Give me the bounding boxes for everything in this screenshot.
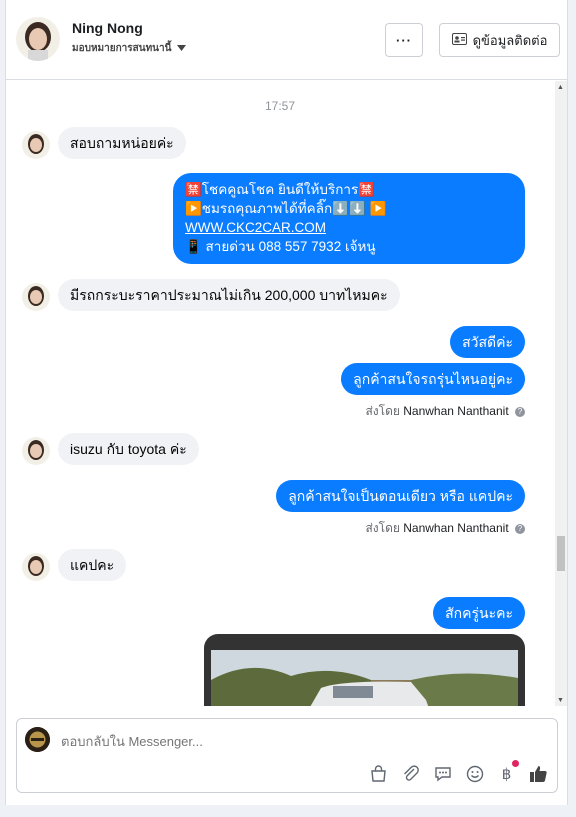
contact-avatar-small (22, 553, 50, 581)
scroll-down-icon[interactable]: ▼ (557, 697, 564, 704)
message-incoming[interactable]: isuzu กับ toyota ค่ะ (58, 433, 199, 465)
message-incoming[interactable]: สอบถามหน่อยค่ะ (58, 127, 186, 159)
assign-label: มอบหมายการสนทนานี้ (72, 43, 172, 54)
scrollbar-thumb[interactable] (557, 536, 565, 571)
bag-icon[interactable] (368, 763, 389, 784)
message-outgoing[interactable]: สักครู่นะคะ (433, 597, 525, 629)
sent-by-label: ส่งโดย Nanwhan Nanthanit ? (365, 519, 525, 538)
baht-icon[interactable]: ฿ (496, 760, 519, 784)
message-incoming[interactable]: แคปคะ (58, 549, 127, 581)
message-line: 🈲โชคคูณโชค ยินดีให้บริการ🈲 (185, 182, 376, 197)
page-avatar (25, 727, 50, 752)
sent-by-prefix: ส่งโดย (365, 404, 400, 418)
emoji-icon[interactable] (464, 763, 485, 784)
help-icon[interactable]: ? (515, 406, 525, 417)
more-options-button[interactable]: ··· (385, 23, 423, 57)
ellipsis-icon: ··· (396, 32, 412, 48)
message-thread[interactable]: 17:57 สอบถามหน่อยค่ะ 🈲โชคคูณโชค ยินดีให้… (6, 81, 554, 706)
contact-card-icon (451, 32, 467, 48)
help-icon[interactable]: ? (515, 523, 525, 534)
chevron-down-icon (177, 43, 187, 54)
sent-by-name[interactable]: Nanwhan Nanthanit (403, 404, 508, 418)
contact-avatar-small (22, 283, 50, 311)
conversation-header: Ning Nong มอบหมายการสนทนานี้ ··· ดูข้อมู… (6, 0, 567, 80)
view-contact-button[interactable]: ดูข้อมูลติดต่อ (439, 23, 560, 57)
message-line: ▶️ชมรถคุณภาพได้ที่คลิ๊ก⬇️⬇️ ▶️ (185, 201, 387, 216)
message-outgoing[interactable]: สวัสดีค่ะ (450, 326, 525, 358)
thumbs-up-icon[interactable] (528, 763, 549, 784)
thread-timestamp: 17:57 (264, 99, 296, 113)
sent-by-name[interactable]: Nanwhan Nanthanit (403, 521, 508, 535)
sent-by-prefix: ส่งโดย (365, 521, 400, 535)
message-link[interactable]: WWW.CKC2CAR.COM (185, 218, 513, 237)
conversation-panel: Ning Nong มอบหมายการสนทนานี้ ··· ดูข้อมู… (5, 0, 568, 805)
composer-toolbar: ฿ (368, 760, 549, 784)
scroll-up-icon[interactable]: ▲ (557, 84, 564, 91)
view-contact-label: ดูข้อมูลติดต่อ (472, 32, 548, 48)
sent-by-label: ส่งโดย Nanwhan Nanthanit ? (365, 402, 525, 421)
reply-composer[interactable]: ฿ (16, 718, 558, 793)
message-outgoing[interactable]: ลูกค้าสนใจรถรุ่นไหนอยู่คะ (341, 363, 525, 395)
contact-avatar[interactable] (16, 17, 60, 61)
image-attachment[interactable] (204, 634, 525, 706)
contact-name: Ning Nong (72, 20, 143, 36)
reply-input[interactable] (61, 734, 501, 749)
chat-bubble-icon[interactable] (432, 763, 453, 784)
notification-dot (512, 760, 519, 767)
message-outgoing[interactable]: ลูกค้าสนใจเป็นตอนเดียว หรือ แคปคะ (276, 480, 525, 512)
assign-conversation-dropdown[interactable]: มอบหมายการสนทนานี้ (72, 41, 187, 56)
contact-avatar-small (22, 437, 50, 465)
message-line: 📱 สายด่วน 088 557 7932 เจ้หนู (185, 239, 376, 254)
contact-avatar-small (22, 131, 50, 159)
paperclip-icon[interactable] (400, 763, 421, 784)
message-outgoing[interactable]: 🈲โชคคูณโชค ยินดีให้บริการ🈲 ▶️ชมรถคุณภาพไ… (173, 173, 525, 264)
message-incoming[interactable]: มีรถกระบะราคาประมาณไม่เกิน 200,000 บาทไห… (58, 279, 400, 311)
car-photo (211, 650, 518, 706)
thread-scrollbar[interactable]: ▲ ▼ (555, 81, 567, 706)
